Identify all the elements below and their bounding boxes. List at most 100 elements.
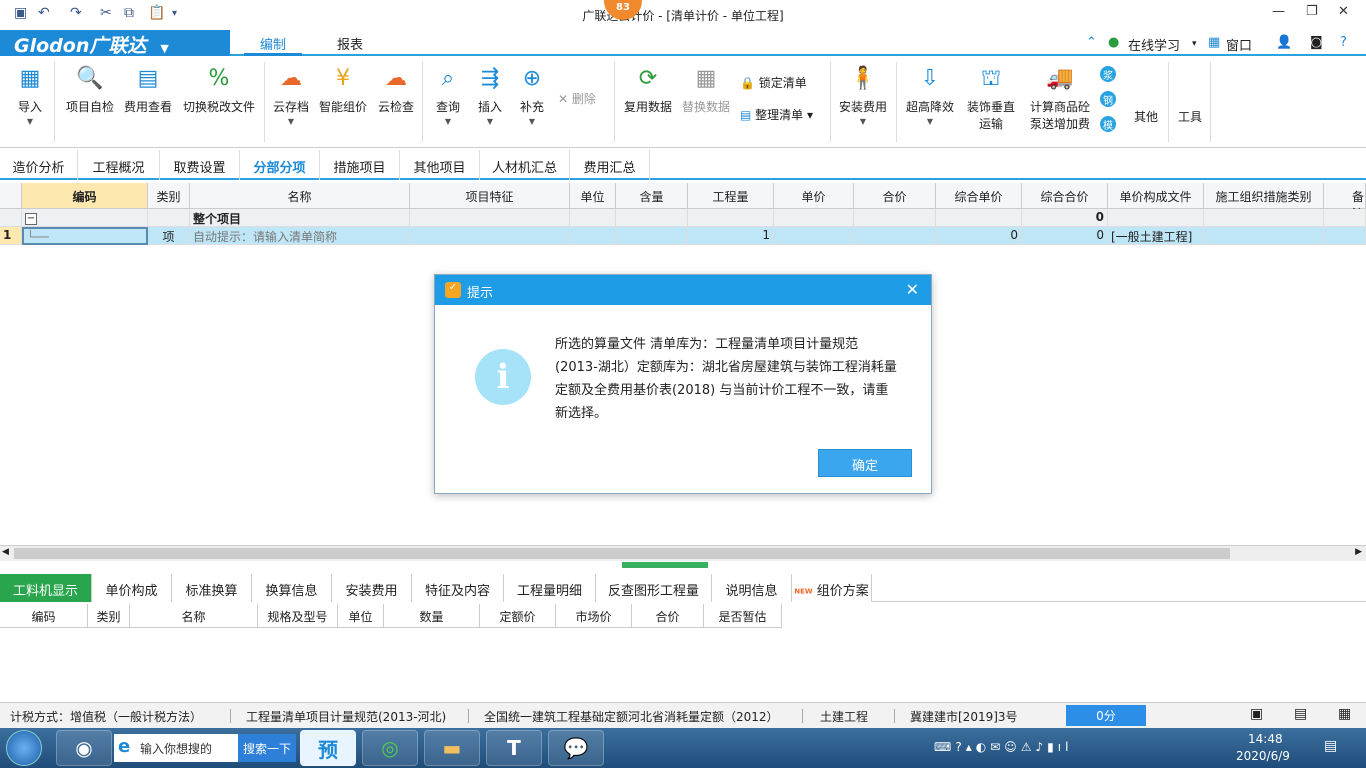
comp-unit-price-cell[interactable]: 0 bbox=[936, 227, 1022, 245]
close-button[interactable]: ✕ bbox=[1338, 4, 1349, 19]
tab-install-fee[interactable]: 安装费用 bbox=[332, 574, 412, 602]
tab-labor-material[interactable]: 人材机汇总 bbox=[480, 150, 570, 180]
tab-description[interactable]: 说明信息 bbox=[712, 574, 792, 602]
import-button[interactable]: ▦ 导入 ▼ bbox=[12, 64, 48, 127]
project-total-cell[interactable]: 0 bbox=[1022, 209, 1108, 227]
table-row[interactable]: − bbox=[22, 209, 148, 227]
col-header-total-price[interactable]: 合价 bbox=[854, 183, 936, 209]
tab-fee-settings[interactable]: 取费设置 bbox=[160, 150, 240, 180]
online-learn-button[interactable]: 在线学习 bbox=[1128, 35, 1180, 54]
clock-date[interactable]: 2020/6/9 bbox=[1236, 749, 1290, 763]
folder-app-icon[interactable]: ▬ bbox=[424, 730, 480, 766]
tab-reverse-graphic[interactable]: 反查图形工程量 bbox=[596, 574, 712, 602]
bottom-col-name[interactable]: 名称 bbox=[130, 604, 258, 628]
app-logo[interactable]: Glodon广联达 ▼ bbox=[0, 30, 230, 57]
menu-tab-report[interactable]: 报表 bbox=[322, 30, 378, 56]
cloud-check-button[interactable]: ☁ 云检查 bbox=[376, 64, 416, 115]
bottom-col-code[interactable]: 编码 bbox=[0, 604, 88, 628]
bottom-col-spec[interactable]: 规格及型号 bbox=[258, 604, 338, 628]
decor-vertical-button[interactable]: ⛫ 装饰垂直 运输 bbox=[964, 64, 1018, 132]
tools-button[interactable]: 工具 bbox=[1178, 108, 1202, 125]
tab-price-composition[interactable]: 单价构成 bbox=[92, 574, 172, 602]
col-header-comp-unit-price[interactable]: 综合单价 bbox=[936, 183, 1022, 209]
bottom-col-estimate[interactable]: 是否暂估 bbox=[704, 604, 782, 628]
delete-button[interactable]: ✕ 删除 bbox=[558, 90, 596, 107]
view-icon-1[interactable]: ▣ bbox=[1250, 706, 1263, 722]
install-fee-button[interactable]: 🧍 安装费用 ▼ bbox=[838, 64, 888, 127]
tab-labor-display[interactable]: 工料机显示 bbox=[0, 574, 92, 602]
fee-view-button[interactable]: ▤ 费用查看 bbox=[122, 64, 174, 115]
price-file-cell[interactable]: [一般土建工程] bbox=[1108, 227, 1204, 245]
restore-button[interactable]: ❐ bbox=[1306, 4, 1318, 19]
yu-app-icon[interactable]: 预 bbox=[300, 730, 356, 766]
col-header-quantity[interactable]: 工程量 bbox=[688, 183, 774, 209]
tab-fee-summary[interactable]: 费用汇总 bbox=[570, 150, 650, 180]
robot-icon[interactable]: ◙ bbox=[1310, 35, 1323, 50]
unit-cell[interactable] bbox=[570, 227, 616, 245]
collapse-icon[interactable]: − bbox=[25, 213, 37, 225]
calc-concrete-button[interactable]: 🚚 计算商品砼 泵送增加费 bbox=[1028, 64, 1092, 132]
unit-price-cell[interactable] bbox=[774, 227, 854, 245]
tax-switch-button[interactable]: % 切换税改文件 bbox=[180, 64, 258, 115]
score-button[interactable]: 0分 bbox=[1066, 705, 1146, 726]
clock-time[interactable]: 14:48 bbox=[1248, 732, 1283, 746]
total-price-cell[interactable] bbox=[854, 227, 936, 245]
replace-data-button[interactable]: ▦ 替换数据 bbox=[680, 64, 732, 115]
scroll-left-icon[interactable]: ◀ bbox=[2, 547, 9, 557]
chevron-up-icon[interactable]: ⌃ bbox=[1086, 35, 1097, 50]
window-menu-button[interactable]: 窗口 bbox=[1226, 35, 1252, 54]
organize-list-button[interactable]: ▤ 整理清单 ▾ bbox=[740, 106, 813, 123]
wechat-app-icon[interactable]: 💬 bbox=[548, 730, 604, 766]
quantity-cell[interactable]: 1 bbox=[688, 227, 774, 245]
browser-app-icon[interactable]: ◉ bbox=[56, 730, 112, 766]
code-cell[interactable]: └── bbox=[22, 227, 148, 245]
bottom-col-qty[interactable]: 数量 bbox=[384, 604, 480, 628]
measure-type-cell[interactable] bbox=[1204, 227, 1324, 245]
col-header-comp-total[interactable]: 综合合价 bbox=[1022, 183, 1108, 209]
panel-splitter[interactable] bbox=[622, 562, 708, 568]
tab-conversion-info[interactable]: 换算信息 bbox=[252, 574, 332, 602]
col-header-name[interactable]: 名称 bbox=[190, 183, 410, 209]
search-button[interactable]: 搜索一下 bbox=[238, 734, 296, 762]
tab-pricing-scheme[interactable]: NEW 组价方案 bbox=[792, 574, 872, 602]
self-check-button[interactable]: 🔍 项目自检 bbox=[62, 64, 118, 115]
tab-measures[interactable]: 措施项目 bbox=[320, 150, 400, 180]
bottom-col-market-price[interactable]: 市场价 bbox=[556, 604, 632, 628]
name-cell[interactable]: 自动提示：请输入清单简称 bbox=[190, 227, 410, 245]
ok-button[interactable]: 确定 bbox=[818, 449, 912, 477]
bottom-col-unit[interactable]: 单位 bbox=[338, 604, 384, 628]
close-icon[interactable]: ✕ bbox=[906, 280, 919, 299]
bottom-col-total[interactable]: 合价 bbox=[632, 604, 704, 628]
other-button[interactable]: 其他 bbox=[1134, 108, 1158, 125]
start-button[interactable] bbox=[6, 730, 42, 766]
tab-quantity-detail[interactable]: 工程量明细 bbox=[504, 574, 596, 602]
horizontal-scrollbar[interactable]: ◀ ▶ bbox=[0, 545, 1366, 561]
tab-standard-conversion[interactable]: 标准换算 bbox=[172, 574, 252, 602]
minimize-button[interactable]: — bbox=[1272, 4, 1285, 19]
scroll-thumb[interactable] bbox=[14, 548, 1230, 559]
notification-icon[interactable]: ▤ bbox=[1324, 738, 1337, 754]
help-icon[interactable]: ? bbox=[1340, 35, 1347, 50]
remark-cell[interactable] bbox=[1324, 227, 1366, 245]
supplement-button[interactable]: ⊕ 补充 ▼ bbox=[514, 64, 550, 127]
slurry-button[interactable]: 浆 bbox=[1100, 66, 1116, 82]
formwork-button[interactable]: 模 bbox=[1100, 116, 1116, 132]
tab-cost-analysis[interactable]: 造价分析 bbox=[0, 150, 78, 180]
chevron-down-icon[interactable]: ▾ bbox=[1192, 39, 1197, 49]
user-icon[interactable]: 👤 bbox=[1276, 35, 1292, 50]
t-app-icon[interactable]: T bbox=[486, 730, 542, 766]
search-input[interactable]: 输入你想搜的 bbox=[114, 734, 238, 762]
scroll-right-icon[interactable]: ▶ bbox=[1355, 547, 1362, 557]
bottom-col-type[interactable]: 类别 bbox=[88, 604, 130, 628]
col-header-code[interactable]: 编码 bbox=[22, 183, 148, 209]
tab-features[interactable]: 特征及内容 bbox=[412, 574, 504, 602]
feature-cell[interactable] bbox=[410, 227, 570, 245]
col-header-content[interactable]: 含量 bbox=[616, 183, 688, 209]
tray-icons[interactable]: ⌨?▴◐✉☺⚠♪▮ıl bbox=[934, 740, 1072, 754]
insert-button[interactable]: ⇶ 插入 ▼ bbox=[472, 64, 508, 127]
project-name-cell[interactable]: 整个项目 bbox=[190, 209, 410, 227]
col-header-remark[interactable]: 备注 bbox=[1324, 183, 1366, 221]
col-header-unit-price[interactable]: 单价 bbox=[774, 183, 854, 209]
cloud-save-button[interactable]: ☁ 云存档 ▼ bbox=[272, 64, 310, 127]
tab-other-items[interactable]: 其他项目 bbox=[400, 150, 480, 180]
